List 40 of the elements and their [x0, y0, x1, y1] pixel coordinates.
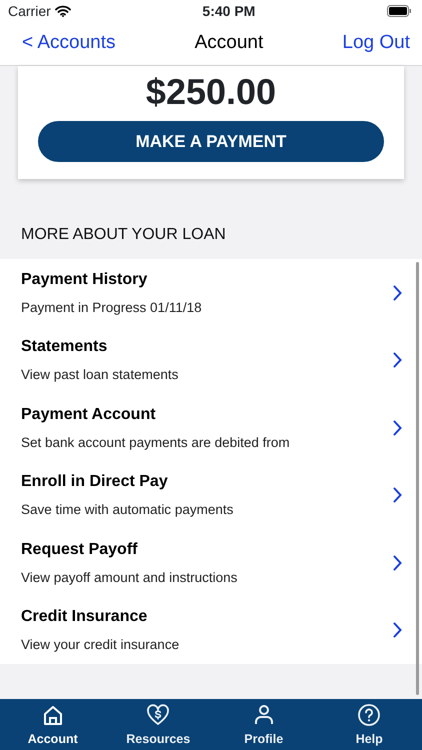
- chevron-icon: [393, 284, 402, 301]
- item-title: Payment Account: [21, 404, 157, 425]
- item-subtitle: View past loan statements: [21, 366, 178, 384]
- carrier-name: Carrier: [8, 2, 51, 20]
- list-item[interactable]: Payment Account Set bank account payments are debited from: [0, 394, 422, 462]
- chevron-icon: [393, 487, 402, 504]
- list-item[interactable]: Payment History Payment in Progress 01/11/18: [0, 259, 422, 327]
- item-title: Credit Insurance: [21, 607, 148, 628]
- chevron-icon: [393, 352, 402, 368]
- wifi-icon: [54, 5, 71, 17]
- item-title: Statements: [21, 337, 108, 358]
- list-item[interactable]: Statements View past loan statements: [0, 326, 422, 394]
- chevron-icon: [393, 420, 402, 436]
- item-title: Payment History: [21, 270, 148, 290]
- tab-item[interactable]: Help: [316, 699, 422, 750]
- amount-due: $250.00: [144, 70, 278, 114]
- chevron-icon: [393, 622, 402, 638]
- heart-dollar-icon: [146, 703, 170, 727]
- item-title: Enroll in Direct Pay: [21, 472, 169, 492]
- item-subtitle: Payment in Progress 01/11/18: [21, 298, 202, 317]
- list-item[interactable]: Enroll in Direct Pay Save time with automatic payments: [0, 462, 422, 530]
- item-subtitle: View payoff amount and instructions: [21, 568, 238, 587]
- logout-link[interactable]: Log Out: [342, 29, 410, 58]
- item-subtitle: Set bank account payments are debited from: [21, 434, 290, 452]
- tab-item[interactable]: Resources: [106, 699, 211, 750]
- list-item[interactable]: Request Payoff View payoff amount and instructions: [0, 529, 422, 597]
- item-subtitle: Save time with automatic payments: [21, 501, 234, 520]
- help-icon: [357, 703, 382, 727]
- tab-item[interactable]: Account: [0, 699, 106, 750]
- section-title: MORE ABOUT YOUR LOAN: [20, 225, 227, 246]
- back-link[interactable]: < Accounts: [22, 29, 116, 58]
- item-title: Request Payoff: [21, 540, 138, 560]
- make-payment-button[interactable]: MAKE A PAYMENT: [38, 121, 384, 162]
- chevron-icon: [393, 554, 402, 571]
- tab-item[interactable]: Profile: [211, 699, 316, 750]
- item-subtitle: View your credit insurance: [21, 636, 180, 654]
- battery-icon: [386, 5, 412, 17]
- nav-title: Account: [194, 31, 264, 56]
- status-time: 5:40 PM: [202, 2, 256, 20]
- list-item[interactable]: Credit Insurance View your credit insurance: [0, 596, 422, 664]
